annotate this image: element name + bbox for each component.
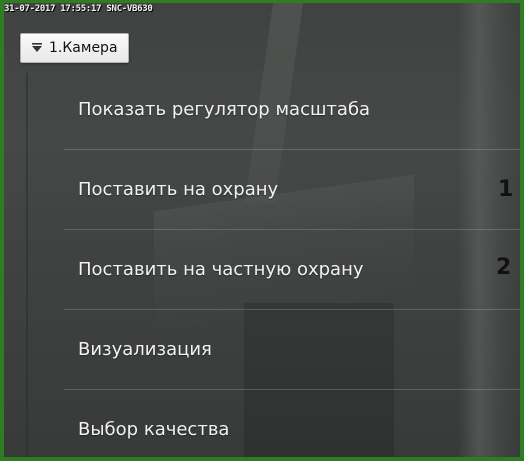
camera-context-menu: Показать регулятор масштаба Поставить на… <box>64 69 520 457</box>
menu-item-label: Визуализация <box>78 339 212 360</box>
menu-item-quality-selection[interactable]: Выбор качества <box>64 389 520 457</box>
menu-item-show-zoom-control[interactable]: Показать регулятор масштаба <box>64 69 520 149</box>
video-timestamp: 31-07-2017 17:55:17 SNC-VB630 <box>4 4 153 14</box>
menu-item-label: Показать регулятор масштаба <box>78 98 371 120</box>
menu-item-label: Выбор качества <box>78 419 230 440</box>
camera-window: 31-07-2017 17:55:17 SNC-VB630 1.Камера П… <box>0 0 524 461</box>
menu-item-arm[interactable]: Поставить на охрану <box>64 149 520 229</box>
callout-number-1: 1 <box>498 177 514 202</box>
callout-number-2: 2 <box>496 255 512 280</box>
menu-item-partial-arm[interactable]: Поставить на частную охрану <box>64 229 520 309</box>
menu-item-label: Поставить на частную охрану <box>78 259 364 280</box>
menu-item-visualization[interactable]: Визуализация <box>64 309 520 389</box>
camera-name-label: 1.Камера <box>49 40 118 56</box>
menu-item-label: Поставить на охрану <box>78 179 279 200</box>
camera-menu-button[interactable]: 1.Камера <box>20 33 129 63</box>
chevron-down-icon <box>31 42 43 54</box>
